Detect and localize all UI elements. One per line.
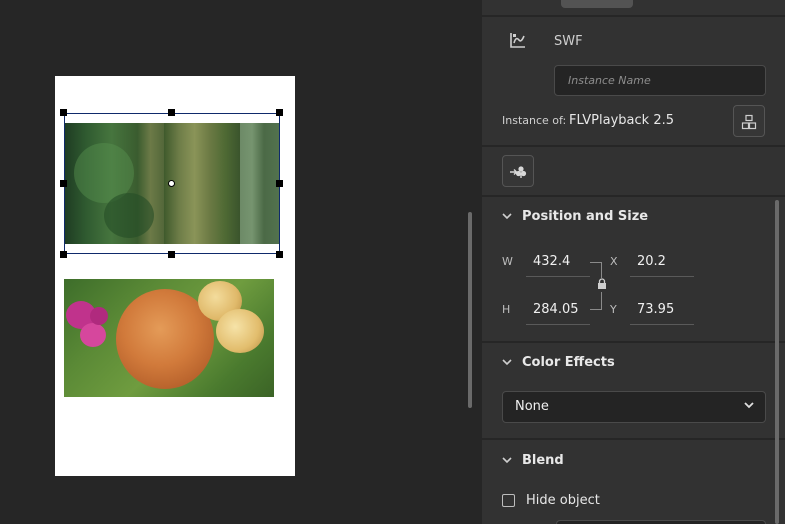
- position-size-header[interactable]: Position and Size: [502, 209, 648, 224]
- width-field[interactable]: 432.4: [533, 254, 570, 269]
- resize-handle-bottom-left[interactable]: [60, 251, 67, 258]
- swf-symbol-icon: [509, 31, 527, 49]
- color-effects-title: Color Effects: [522, 355, 615, 370]
- chevron-down-icon: [743, 399, 755, 413]
- properties-panel: SWF Instance of: FLVPlayback 2.5: [482, 0, 785, 524]
- transform-point-handle[interactable]: [168, 180, 175, 187]
- instance-of-label: Instance of:: [502, 114, 567, 127]
- x-label: X: [610, 255, 618, 268]
- resize-handle-top-left[interactable]: [60, 109, 67, 116]
- resize-handle-top-right[interactable]: [276, 109, 283, 116]
- resize-handle-bottom-center[interactable]: [168, 251, 175, 258]
- symbol-type-label: SWF: [554, 34, 583, 49]
- blend-header[interactable]: Blend: [502, 453, 564, 468]
- chevron-down-icon: [502, 356, 518, 369]
- chevron-down-icon: [502, 454, 518, 467]
- height-field[interactable]: 284.05: [533, 302, 579, 317]
- panel-tab[interactable]: [561, 0, 633, 8]
- resize-handle-middle-left[interactable]: [60, 180, 67, 187]
- y-field[interactable]: 73.95: [637, 302, 674, 317]
- food-image[interactable]: [64, 279, 274, 397]
- color-effect-dropdown[interactable]: None: [502, 391, 766, 423]
- add-action-button[interactable]: [502, 155, 534, 187]
- hide-object-checkbox[interactable]: [502, 494, 515, 507]
- swap-symbol-icon: [741, 112, 757, 130]
- color-effect-selected: None: [515, 399, 549, 414]
- y-label: Y: [610, 303, 617, 316]
- instance-of-value: FLVPlayback 2.5: [569, 113, 674, 128]
- hide-object-label: Hide object: [526, 493, 600, 508]
- height-label: H: [502, 303, 511, 316]
- blend-title: Blend: [522, 453, 564, 468]
- position-size-title: Position and Size: [522, 209, 649, 224]
- chevron-down-icon: [502, 210, 518, 223]
- swap-symbol-button[interactable]: [733, 105, 765, 137]
- instance-name-input[interactable]: [554, 65, 766, 96]
- width-label: W: [502, 255, 513, 268]
- add-action-icon: [509, 162, 527, 180]
- blend-mode-dropdown[interactable]: [556, 520, 766, 524]
- panel-scrollbar[interactable]: [775, 200, 779, 524]
- stage-scrollbar[interactable]: [468, 212, 472, 408]
- lock-icon[interactable]: [595, 278, 609, 292]
- stage[interactable]: [0, 0, 472, 524]
- resize-handle-bottom-right[interactable]: [276, 251, 283, 258]
- resize-handle-middle-right[interactable]: [276, 180, 283, 187]
- color-effects-header[interactable]: Color Effects: [502, 355, 615, 370]
- x-field[interactable]: 20.2: [637, 254, 666, 269]
- resize-handle-top-center[interactable]: [168, 109, 175, 116]
